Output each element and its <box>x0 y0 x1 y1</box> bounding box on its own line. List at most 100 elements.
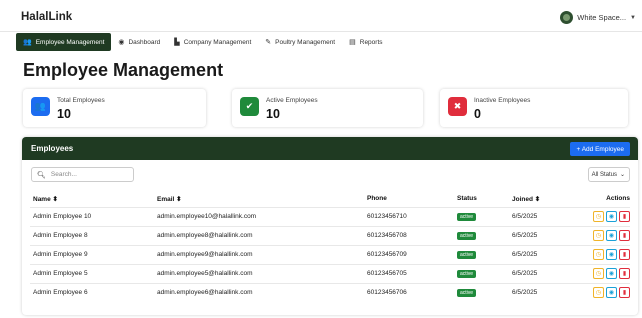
cell-email: admin.employee9@halallink.com <box>157 244 367 264</box>
cell-phone: 60123456710 <box>367 206 457 226</box>
table-row: Admin Employee 10 admin.employee10@halal… <box>30 206 630 226</box>
cell-phone: 60123456708 <box>367 225 457 245</box>
cell-joined: 6/5/2025 <box>512 206 577 226</box>
trash-icon[interactable]: ▮ <box>619 287 630 299</box>
nav-poultry-management[interactable]: ✎ Poultry Management <box>258 33 342 51</box>
page-title: Employee Management <box>23 60 224 80</box>
table-header-row: Name ⬍ Email ⬍ Phone Status Joined ⬍ Act… <box>30 191 630 207</box>
nav-label: Reports <box>359 38 383 46</box>
cell-phone: 60123456706 <box>367 282 457 302</box>
history-icon[interactable]: ◷ <box>593 287 604 299</box>
eye-icon[interactable]: ◉ <box>606 249 617 260</box>
status-badge: active <box>457 269 477 278</box>
user-check-icon: ✔ <box>240 97 259 116</box>
nav-employee-management[interactable]: 👥 Employee Management <box>16 33 112 51</box>
eye-icon[interactable]: ◉ <box>606 268 617 279</box>
cell-actions: ◷ ◉ ▮ <box>577 225 630 245</box>
header-name[interactable]: Name ⬍ <box>30 191 157 207</box>
stat-label: Active Employees <box>266 97 318 104</box>
table-row: Admin Employee 5 admin.employee5@halalli… <box>30 263 630 283</box>
main-nav: 👥 Employee Management ◉ Dashboard ▙ Comp… <box>16 33 390 51</box>
nav-label: Dashboard <box>128 38 161 46</box>
cell-actions: ◷ ◉ ▮ <box>577 206 630 226</box>
status-badge: active <box>457 288 477 297</box>
eye-icon[interactable]: ◉ <box>606 230 617 241</box>
cell-name: Admin Employee 5 <box>30 263 157 283</box>
history-icon[interactable]: ◷ <box>593 268 604 279</box>
top-bar: HalalLink White Space... ▼ <box>0 0 642 32</box>
stat-value: 10 <box>266 107 280 121</box>
header-phone: Phone <box>367 195 387 203</box>
status-badge: active <box>457 212 477 221</box>
table-row: Admin Employee 8 admin.employee8@halalli… <box>30 225 630 245</box>
cell-email: admin.employee10@halallink.com <box>157 206 367 226</box>
users-icon: 👥 <box>23 39 32 46</box>
cell-status: active <box>457 263 512 283</box>
status-badge: active <box>457 231 477 240</box>
eye-icon[interactable]: ◉ <box>606 287 617 299</box>
feather-icon: ✎ <box>265 39 272 46</box>
search-placeholder: Search... <box>50 171 77 178</box>
cell-status: active <box>457 282 512 302</box>
header-email[interactable]: Email ⬍ <box>157 191 367 207</box>
panel-header: Employees + Add Employee <box>22 137 638 160</box>
nav-label: Employee Management <box>35 38 105 46</box>
cell-phone: 60123456705 <box>367 263 457 283</box>
trash-icon[interactable]: ▮ <box>619 268 630 279</box>
avatar <box>560 11 574 24</box>
cell-actions: ◷ ◉ ▮ <box>577 263 630 283</box>
header-joined[interactable]: Joined ⬍ <box>512 191 577 207</box>
cell-joined: 6/5/2025 <box>512 225 577 245</box>
status-filter-select[interactable]: All Status ⌄ <box>588 167 630 182</box>
stat-value: 0 <box>474 107 481 121</box>
brand-logo[interactable]: HalalLink <box>21 11 72 23</box>
nav-dashboard[interactable]: ◉ Dashboard <box>111 33 167 51</box>
cell-actions: ◷ ◉ ▮ <box>577 282 630 302</box>
cell-joined: 6/5/2025 <box>512 263 577 283</box>
history-icon[interactable]: ◷ <box>593 249 604 260</box>
cell-status: active <box>457 225 512 245</box>
nav-label: Company Management <box>183 38 252 46</box>
user-name: White Space... <box>577 13 627 22</box>
chevron-down-icon: ⌄ <box>619 172 625 178</box>
stat-total-employees: 👥 Total Employees 10 <box>23 89 206 127</box>
cell-name: Admin Employee 9 <box>30 244 157 264</box>
chart-icon: ▤ <box>349 39 356 46</box>
status-filter-value: All Status <box>591 171 617 178</box>
stat-inactive-employees: ✖ Inactive Employees 0 <box>440 89 628 127</box>
dashboard-icon: ◉ <box>118 39 125 46</box>
add-employee-button[interactable]: + Add Employee <box>570 142 630 156</box>
cell-name: Admin Employee 10 <box>30 206 157 226</box>
employees-panel: Employees + Add Employee 🔍︎ Search... Al… <box>22 137 638 315</box>
users-icon: 👥 <box>31 97 50 116</box>
nav-label: Poultry Management <box>275 38 336 46</box>
user-menu[interactable]: White Space... ▼ <box>560 11 636 24</box>
panel-title: Employees <box>31 144 74 153</box>
caret-down-icon: ▼ <box>630 14 636 21</box>
cell-email: admin.employee5@halallink.com <box>157 263 367 283</box>
cell-joined: 6/5/2025 <box>512 244 577 264</box>
table-row: Admin Employee 9 admin.employee9@halalli… <box>30 244 630 264</box>
trash-icon[interactable]: ▮ <box>619 230 630 241</box>
building-icon: ▙ <box>174 39 180 46</box>
cell-email: admin.employee8@halallink.com <box>157 225 367 245</box>
stat-active-employees: ✔ Active Employees 10 <box>232 89 423 127</box>
trash-icon[interactable]: ▮ <box>619 211 630 222</box>
trash-icon[interactable]: ▮ <box>619 249 630 260</box>
user-x-icon: ✖ <box>448 97 467 116</box>
cell-joined: 6/5/2025 <box>512 282 577 302</box>
employees-table: Name ⬍ Email ⬍ Phone Status Joined ⬍ Act… <box>30 191 630 302</box>
history-icon[interactable]: ◷ <box>593 230 604 241</box>
eye-icon[interactable]: ◉ <box>606 211 617 222</box>
cell-name: Admin Employee 8 <box>30 225 157 245</box>
cell-actions: ◷ ◉ ▮ <box>577 244 630 264</box>
nav-reports[interactable]: ▤ Reports <box>342 33 389 51</box>
nav-company-management[interactable]: ▙ Company Management <box>167 33 258 51</box>
cell-phone: 60123456709 <box>367 244 457 264</box>
cell-email: admin.employee6@halallink.com <box>157 282 367 302</box>
cell-status: active <box>457 244 512 264</box>
cell-status: active <box>457 206 512 226</box>
history-icon[interactable]: ◷ <box>593 211 604 222</box>
table-row: Admin Employee 6 admin.employee6@halalli… <box>30 282 630 302</box>
search-field[interactable]: 🔍︎ Search... <box>31 167 134 182</box>
